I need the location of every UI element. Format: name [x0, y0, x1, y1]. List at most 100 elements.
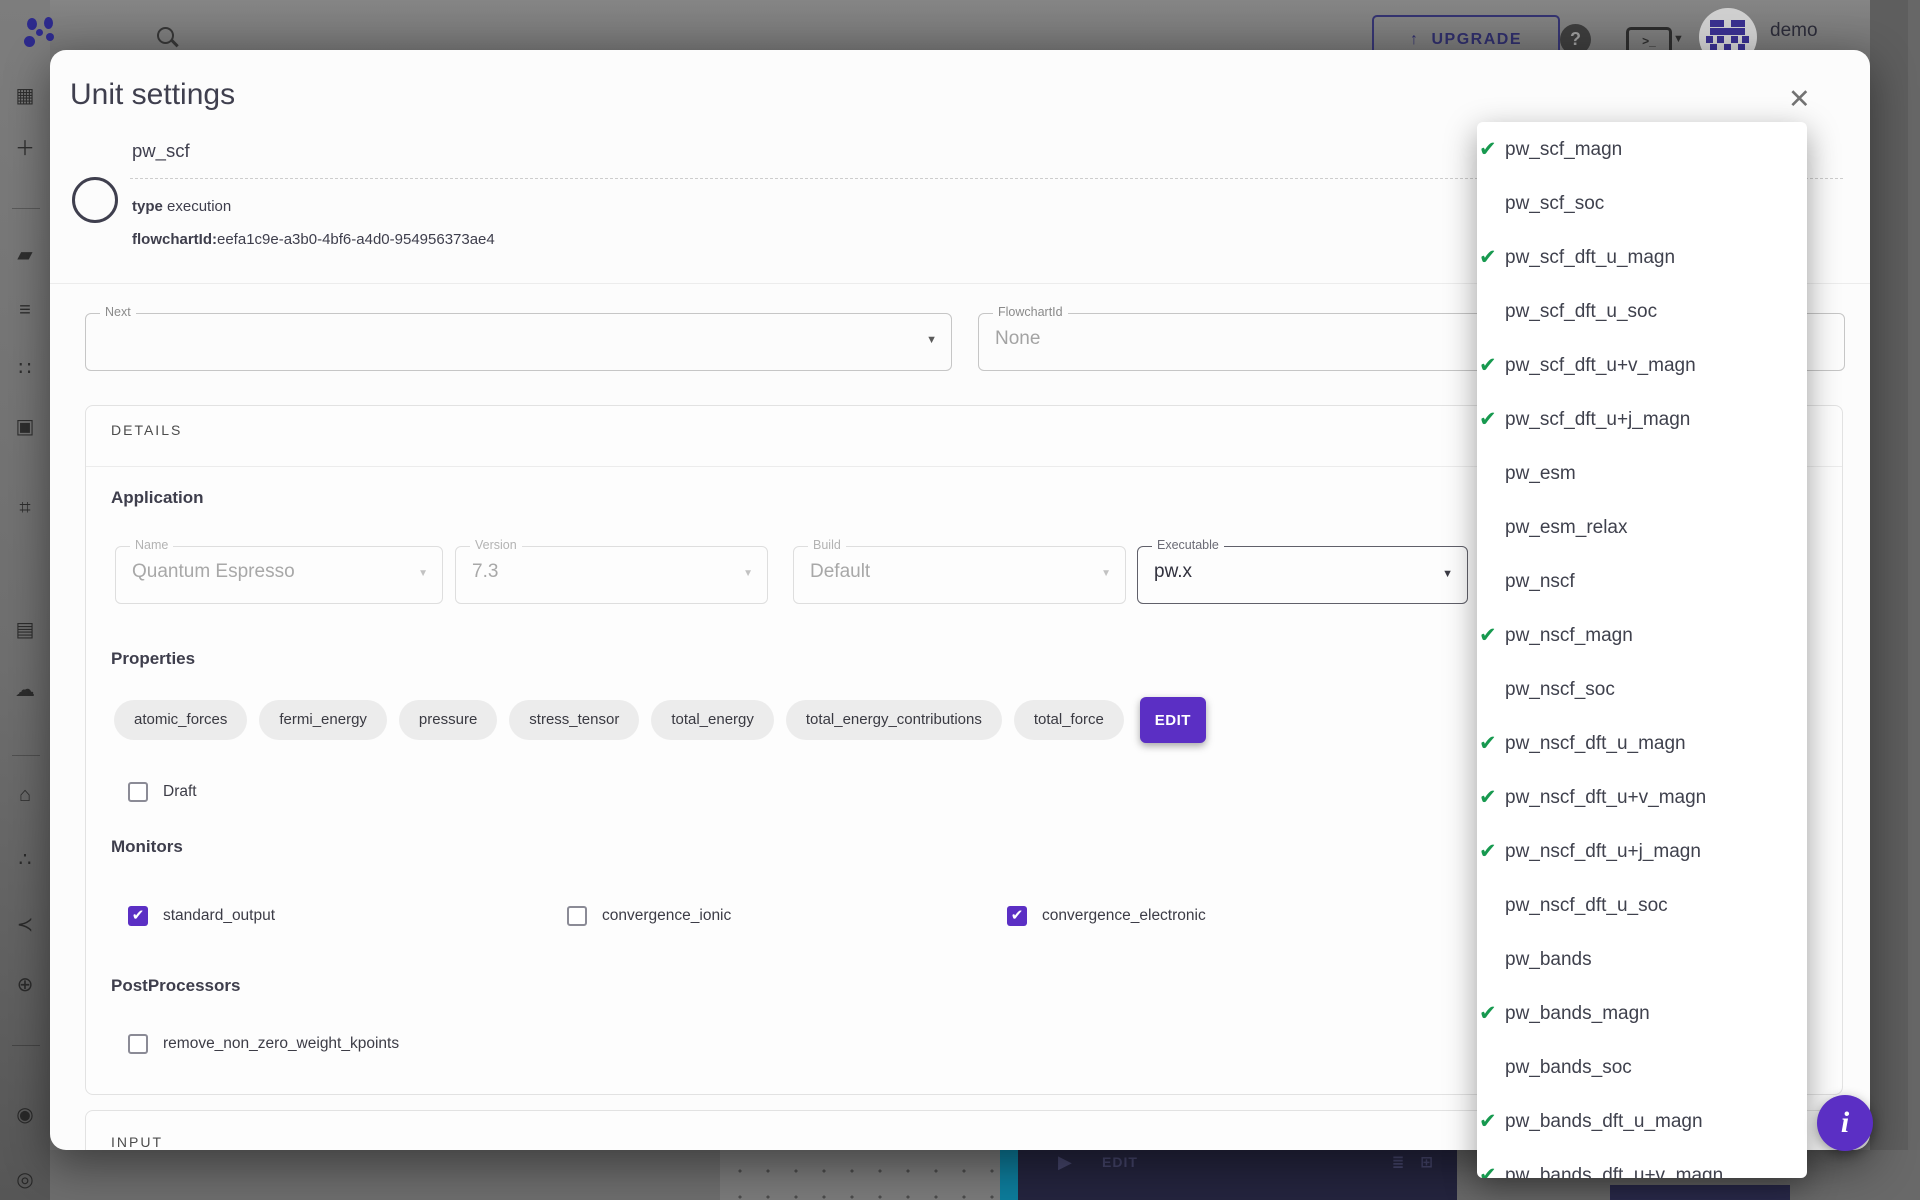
convergence_electronic-checkbox-row[interactable]: ✔convergence_electronic	[1007, 906, 1206, 926]
dropdown-item-label: pw_nscf_dft_u_magn	[1505, 733, 1686, 755]
dropdown-item-label: pw_nscf_dft_u_soc	[1505, 895, 1668, 917]
unit-status-circle[interactable]	[72, 177, 118, 223]
close-icon[interactable]: ✕	[1788, 84, 1811, 115]
property-chip[interactable]: total_force	[1014, 700, 1124, 740]
chevron-down-icon: ▼	[1442, 568, 1453, 580]
dropdown-item-label: pw_scf_dft_u+v_magn	[1505, 355, 1696, 377]
standard_output-checkbox[interactable]: ✔	[128, 906, 148, 926]
info-button[interactable]: i	[1817, 1095, 1873, 1151]
sidebar-circle-icon[interactable]: ◎	[0, 1170, 50, 1190]
field-value: Quantum Espresso	[132, 561, 295, 583]
next-select-label: Next	[100, 305, 136, 319]
details-heading: DETAILS	[111, 422, 182, 438]
sidebar-flowchart-icon[interactable]: ⌗	[0, 498, 50, 518]
dropdown-item-pw_nscf[interactable]: pw_nscf	[1477, 555, 1807, 609]
sidebar-cloud-icon[interactable]: ☁	[0, 680, 50, 700]
dropdown-item-pw_nscf_dft_u_soc[interactable]: pw_nscf_dft_u_soc	[1477, 879, 1807, 933]
convergence_ionic-checkbox-row[interactable]: convergence_ionic	[567, 906, 731, 926]
console-caret-icon[interactable]: ▼	[1673, 33, 1684, 45]
dropdown-item-pw_scf_magn[interactable]: ✔pw_scf_magn	[1477, 123, 1807, 177]
convergence_electronic-checkbox[interactable]: ✔	[1007, 906, 1027, 926]
dropdown-item-pw_nscf_dft_u+j_magn[interactable]: ✔pw_nscf_dft_u+j_magn	[1477, 825, 1807, 879]
version-select: Version7.3▼	[455, 546, 768, 604]
draft-checkbox-row[interactable]: Draft	[128, 782, 197, 802]
sidebar-folder-icon[interactable]: ▰	[0, 245, 50, 265]
dropdown-item-label: pw_bands_magn	[1505, 1003, 1650, 1025]
dropdown-item-pw_nscf_dft_u+v_magn[interactable]: ✔pw_nscf_dft_u+v_magn	[1477, 771, 1807, 825]
edit-properties-button[interactable]: EDIT	[1140, 697, 1206, 743]
dropdown-item-label: pw_bands	[1505, 949, 1592, 971]
search-icon[interactable]	[156, 26, 182, 52]
flowchartid-input-value: None	[995, 328, 1040, 350]
check-icon: ✔	[1479, 137, 1497, 162]
dropdown-item-pw_scf_dft_u+v_magn[interactable]: ✔pw_scf_dft_u+v_magn	[1477, 339, 1807, 393]
dropdown-item-pw_bands_soc[interactable]: pw_bands_soc	[1477, 1041, 1807, 1095]
sidebar-ball-icon[interactable]: ◉	[0, 1105, 50, 1125]
dropdown-item-pw_esm_relax[interactable]: pw_esm_relax	[1477, 501, 1807, 555]
sidebar-list-icon[interactable]: ≡	[0, 300, 50, 320]
unit-name[interactable]: pw_scf	[132, 140, 190, 162]
remove_non_zero_weight_kpoints-checkbox[interactable]	[128, 1034, 148, 1054]
field-label: Executable	[1152, 538, 1224, 552]
dropdown-item-pw_scf_soc[interactable]: pw_scf_soc	[1477, 177, 1807, 231]
screen: ▦＋▰≡∷▣⌗▤☁⌂∴≺⊕◉◎ ↑ UPGRADE ? >_ ▼ demo ▶ …	[0, 0, 1920, 1200]
background-right	[1870, 0, 1920, 1200]
sidebar-dots-grid-icon[interactable]: ∷	[0, 359, 50, 379]
dropdown-item-label: pw_nscf_magn	[1505, 625, 1633, 647]
property-chip[interactable]: total_energy_contributions	[786, 700, 1002, 740]
dropdown-item-pw_nscf_soc[interactable]: pw_nscf_soc	[1477, 663, 1807, 717]
executable-dropdown-menu: ✔pw_scf_magnpw_scf_soc✔pw_scf_dft_u_magn…	[1477, 122, 1807, 1178]
check-icon: ✔	[1479, 1163, 1497, 1178]
property-chip[interactable]: fermi_energy	[259, 700, 387, 740]
upgrade-arrow-icon: ↑	[1410, 31, 1420, 49]
remove_non_zero_weight_kpoints-checkbox-row[interactable]: remove_non_zero_weight_kpoints	[128, 1034, 399, 1054]
checkbox-label: remove_non_zero_weight_kpoints	[163, 1035, 399, 1053]
dropdown-item-pw_bands_magn[interactable]: ✔pw_bands_magn	[1477, 987, 1807, 1041]
property-chip[interactable]: pressure	[399, 700, 497, 740]
sidebar-share-icon[interactable]: ≺	[0, 915, 50, 935]
monitors-heading: Monitors	[111, 837, 183, 857]
standard_output-checkbox-row[interactable]: ✔standard_output	[128, 906, 275, 926]
flowchartid-label: flowchartId:	[132, 231, 217, 248]
dropdown-item-pw_scf_dft_u_soc[interactable]: pw_scf_dft_u_soc	[1477, 285, 1807, 339]
property-chip[interactable]: stress_tensor	[509, 700, 639, 740]
dropdown-item-pw_bands_dft_u+v_magn[interactable]: ✔ pw_bands_dft_u+v_magn	[1477, 1149, 1807, 1178]
dropdown-item-pw_scf_dft_u+j_magn[interactable]: ✔pw_scf_dft_u+j_magn	[1477, 393, 1807, 447]
properties-chips-row: atomic_forces fermi_energy pressure stress_…	[114, 697, 1206, 743]
background-edit-label: EDIT	[1102, 1154, 1138, 1170]
sidebar-media-icon[interactable]: ▤	[0, 620, 50, 640]
property-chip[interactable]: total_energy	[651, 700, 774, 740]
property-chip[interactable]: atomic_forces	[114, 700, 247, 740]
username-label[interactable]: demo	[1770, 20, 1818, 42]
sidebar-team-icon[interactable]: ∴	[0, 850, 50, 870]
dropdown-item-pw_bands[interactable]: pw_bands	[1477, 933, 1807, 987]
chevron-down-icon: ▼	[1101, 568, 1111, 579]
sidebar-bank-icon[interactable]: ⌂	[0, 785, 50, 805]
sidebar-card-icon[interactable]: ▣	[0, 417, 50, 437]
dropdown-item-pw_nscf_magn[interactable]: ✔pw_nscf_magn	[1477, 609, 1807, 663]
dropdown-item-pw_nscf_dft_u_magn[interactable]: ✔pw_nscf_dft_u_magn	[1477, 717, 1807, 771]
postprocessors-heading: PostProcessors	[111, 976, 240, 996]
dropdown-item-pw_bands_dft_u_magn[interactable]: ✔pw_bands_dft_u_magn	[1477, 1095, 1807, 1149]
dropdown-item-label: pw_bands_dft_u+v_magn	[1505, 1165, 1723, 1178]
check-icon: ✔	[1479, 245, 1497, 270]
sidebar-globe-icon[interactable]: ⊕	[0, 975, 50, 995]
dropdown-item-pw_esm[interactable]: pw_esm	[1477, 447, 1807, 501]
field-label: Version	[470, 538, 522, 552]
draft-checkbox[interactable]	[128, 782, 148, 802]
field-value: pw.x	[1154, 561, 1192, 583]
dropdown-item-pw_scf_dft_u_magn[interactable]: ✔pw_scf_dft_u_magn	[1477, 231, 1807, 285]
next-select[interactable]: Next ▼	[85, 313, 952, 371]
check-icon: ✔	[1479, 785, 1497, 810]
check-icon: ✔	[1479, 839, 1497, 864]
properties-heading: Properties	[111, 649, 195, 669]
type-value: execution	[167, 198, 231, 215]
executable-select[interactable]: Executablepw.x▼	[1137, 546, 1468, 604]
sidebar-divider	[12, 1045, 40, 1046]
mat3ra-logo-icon[interactable]	[24, 16, 58, 50]
chevron-down-icon[interactable]: ▼	[926, 334, 937, 346]
sidebar-create-icon[interactable]: ＋	[0, 139, 50, 159]
flowchart-grid-background	[720, 1150, 1000, 1200]
sidebar-dashboard-icon[interactable]: ▦	[0, 86, 50, 106]
convergence_ionic-checkbox[interactable]	[567, 906, 587, 926]
